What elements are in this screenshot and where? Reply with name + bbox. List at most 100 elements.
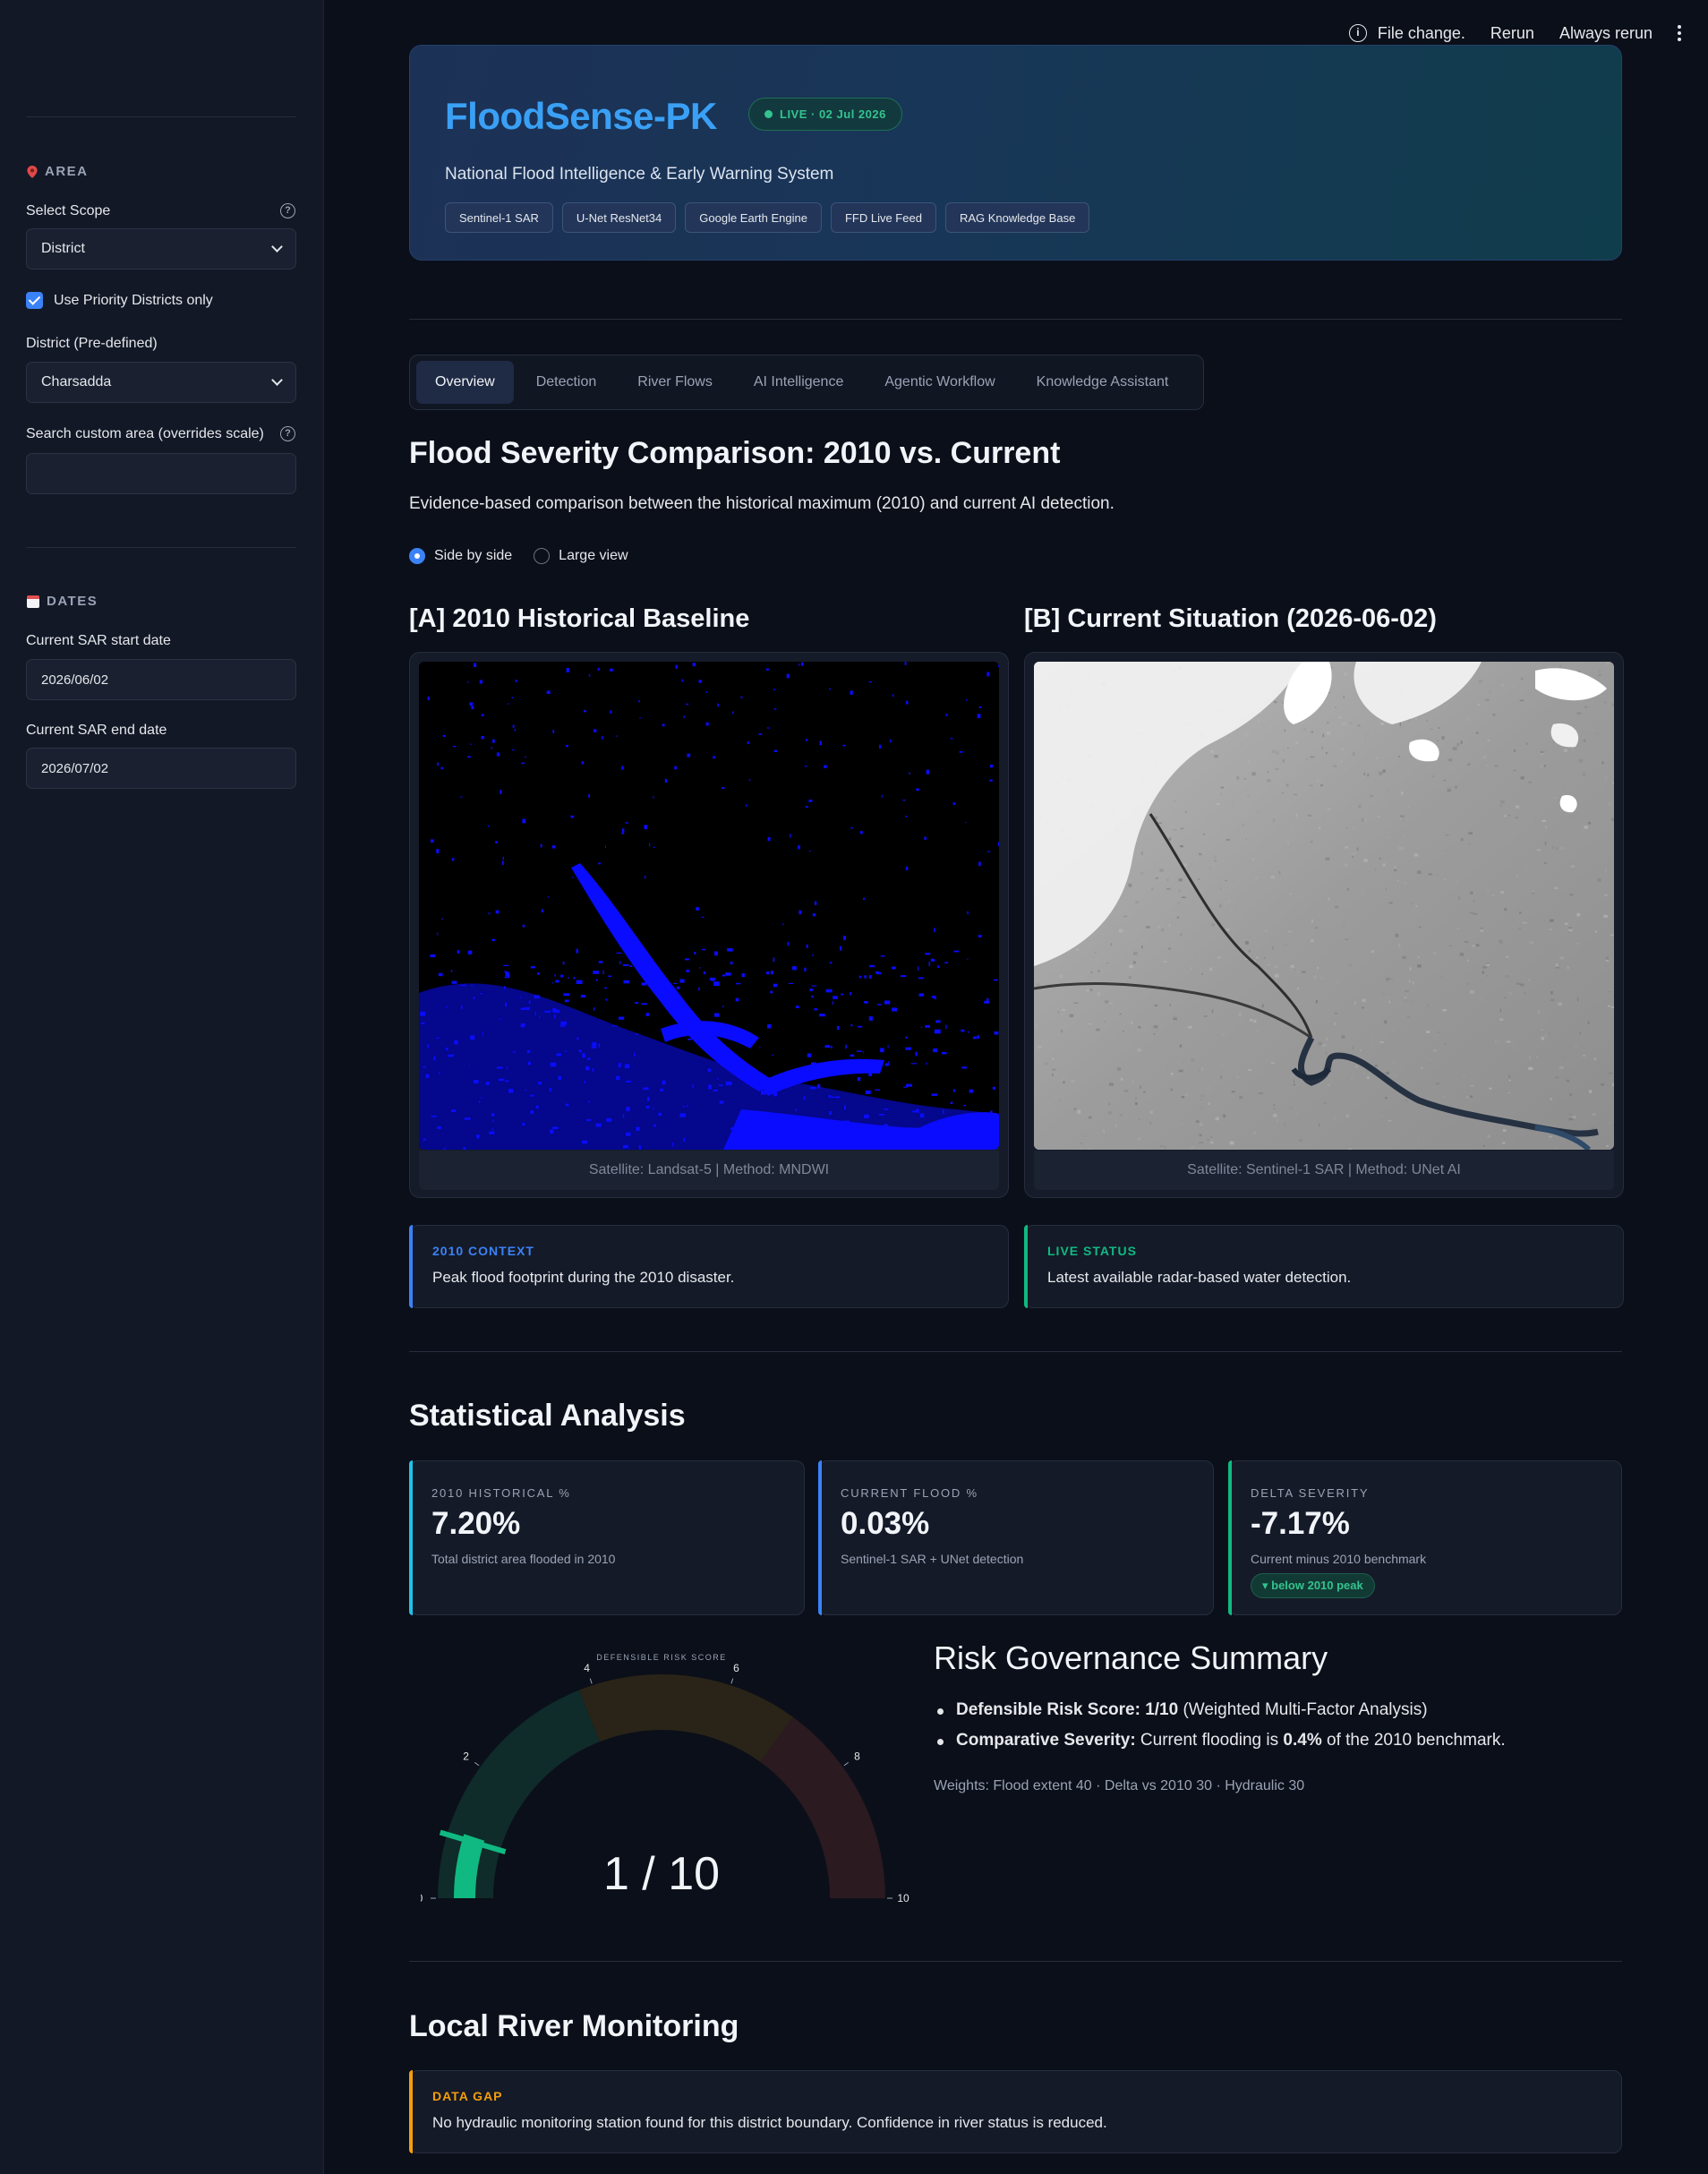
end-date-label: Current SAR end date (26, 723, 167, 738)
live-status-card: LIVE STATUS Latest available radar-based… (1024, 1225, 1624, 1308)
priority-checkbox-row[interactable]: Use Priority Districts only (26, 292, 213, 309)
baseline-image-card: Satellite: Landsat-5 | Method: MNDWI (409, 652, 1009, 1198)
live-dot-icon (764, 110, 773, 118)
gauge-tick-label: 4 (584, 1662, 590, 1674)
stat-value: 7.20% (431, 1506, 521, 1541)
gauge-tick (730, 1678, 734, 1684)
below-peak-badge: ▾ below 2010 peak (1251, 1573, 1375, 1598)
district-label: District (Pre-defined) (26, 336, 158, 351)
accent-bar (1024, 1225, 1028, 1308)
rerun-button[interactable]: Rerun (1490, 24, 1534, 43)
accent-bar (409, 1460, 413, 1615)
always-rerun-button[interactable]: Always rerun (1559, 24, 1652, 43)
tab-agentic-workflow[interactable]: Agentic Workflow (866, 361, 1013, 404)
start-date-label: Current SAR start date (26, 633, 171, 648)
sidebar-divider (26, 116, 296, 117)
stat-subtext: Sentinel-1 SAR + UNet detection (841, 1552, 1024, 1566)
severity-text-end: of the 2010 benchmark. (1321, 1731, 1506, 1750)
bullet-icon (937, 1708, 944, 1715)
list-item: Comparative Severity: Current flooding i… (934, 1731, 1506, 1750)
side-by-side-radio[interactable] (409, 548, 425, 564)
risk-score-gauge: DEFENSIBLE RISK SCORE 0 2 4 6 8 10 1 / 10 (417, 1648, 913, 1916)
historical-context-text: Peak flood footprint during the 2010 dis… (432, 1269, 735, 1286)
current-sar-image (1034, 662, 1614, 1150)
priority-checkbox[interactable] (26, 292, 43, 309)
historical-context-tag: 2010 CONTEXT (432, 1244, 534, 1258)
stat-value: -7.17% (1251, 1506, 1350, 1541)
pin-icon (27, 165, 38, 178)
comparison-title: Flood Severity Comparison: 2010 vs. Curr… (409, 436, 1061, 470)
stat-value: 0.03% (841, 1506, 930, 1541)
historical-stat-card: 2010 HISTORICAL % 7.20% Total district a… (409, 1460, 805, 1615)
hero-banner: FloodSense-PK LIVE · 02 Jul 2026 Nationa… (409, 45, 1622, 261)
tab-ai-intelligence[interactable]: AI Intelligence (735, 361, 863, 404)
help-icon[interactable]: ? (280, 203, 295, 218)
search-label: Search custom area (overrides scale) (26, 426, 264, 441)
gauge-value: 1 / 10 (603, 1848, 720, 1900)
governance-title: Risk Governance Summary (934, 1639, 1328, 1676)
historical-context-card: 2010 CONTEXT Peak flood footprint during… (409, 1225, 1009, 1308)
tab-overview[interactable]: Overview (416, 361, 514, 404)
gauge-title: DEFENSIBLE RISK SCORE (596, 1653, 727, 1662)
tab-river-flows[interactable]: River Flows (619, 361, 731, 404)
custom-area-search-input[interactable] (26, 453, 296, 494)
gauge-tick-label: 2 (463, 1750, 469, 1762)
data-gap-card: DATA GAP No hydraulic monitoring station… (409, 2070, 1622, 2153)
severity-text: Current flooding is (1135, 1731, 1284, 1750)
dates-section-label: DATES (47, 594, 98, 609)
sidebar: AREA Select Scope ? District Use Priorit… (0, 0, 324, 2174)
tech-chips: Sentinel-1 SAR U-Net ResNet34 Google Ear… (445, 202, 1090, 233)
severity-value: 0.4% (1283, 1731, 1322, 1750)
stat-label: CURRENT FLOOD % (841, 1486, 978, 1500)
divider (409, 1351, 1622, 1352)
top-status-bar: i File change. Rerun Always rerun (1348, 20, 1708, 47)
stat-subtext: Current minus 2010 benchmark (1251, 1552, 1427, 1566)
chevron-down-icon (271, 374, 283, 386)
help-icon[interactable]: ? (280, 426, 295, 441)
accent-bar (409, 1225, 413, 1308)
district-select[interactable]: Charsadda (26, 362, 296, 403)
area-section-header: AREA (27, 164, 89, 179)
info-icon: i (1348, 24, 1367, 42)
gauge-tick-label: 8 (854, 1750, 860, 1762)
gauge-tick (474, 1761, 480, 1767)
bullet-icon (937, 1739, 944, 1745)
scope-select[interactable]: District (26, 228, 296, 270)
tech-chip: RAG Knowledge Base (944, 202, 1090, 233)
view-mode-radio-group: Side by side Large view (409, 548, 628, 564)
stat-label: 2010 HISTORICAL % (431, 1486, 571, 1500)
start-date-input[interactable]: 2026/06/02 (26, 659, 296, 700)
area-section-label: AREA (45, 164, 89, 179)
risk-score-note: (Weighted Multi-Factor Analysis) (1178, 1700, 1428, 1719)
live-badge-text: LIVE · 02 Jul 2026 (780, 107, 886, 121)
tab-knowledge-assistant[interactable]: Knowledge Assistant (1018, 361, 1188, 404)
divider (409, 1961, 1622, 1962)
data-gap-tag: DATA GAP (432, 2089, 503, 2103)
gauge-band-high (760, 1716, 885, 1898)
gauge-tick-label: 6 (733, 1662, 739, 1674)
comparison-description: Evidence-based comparison between the hi… (409, 494, 1114, 513)
large-view-label: Large view (559, 548, 628, 563)
app-title: FloodSense-PK (445, 95, 717, 137)
divider (409, 319, 1622, 320)
list-item: Defensible Risk Score: 1/10 (Weighted Mu… (934, 1700, 1506, 1720)
baseline-flood-map (419, 662, 999, 1150)
stat-label: DELTA SEVERITY (1251, 1486, 1370, 1500)
severity-label: Comparative Severity: (956, 1731, 1136, 1750)
governance-bullets: Defensible Risk Score: 1/10 (Weighted Mu… (934, 1700, 1506, 1761)
accent-bar (818, 1460, 822, 1615)
tech-chip: U-Net ResNet34 (561, 202, 677, 233)
data-gap-text: No hydraulic monitoring station found fo… (432, 2114, 1107, 2131)
more-menu-icon[interactable] (1678, 25, 1681, 41)
scope-label: Select Scope (26, 203, 111, 218)
sidebar-divider (26, 547, 296, 548)
river-monitoring-title: Local River Monitoring (409, 2009, 739, 2043)
tab-detection[interactable]: Detection (517, 361, 616, 404)
priority-checkbox-label: Use Priority Districts only (54, 292, 213, 308)
gauge-tick (843, 1761, 850, 1767)
dates-section-header: DATES (27, 594, 98, 609)
scope-select-value: District (41, 241, 85, 256)
large-view-radio[interactable] (534, 548, 551, 564)
current-image-card: Satellite: Sentinel-1 SAR | Method: UNet… (1024, 652, 1624, 1198)
end-date-input[interactable]: 2026/07/02 (26, 748, 296, 789)
